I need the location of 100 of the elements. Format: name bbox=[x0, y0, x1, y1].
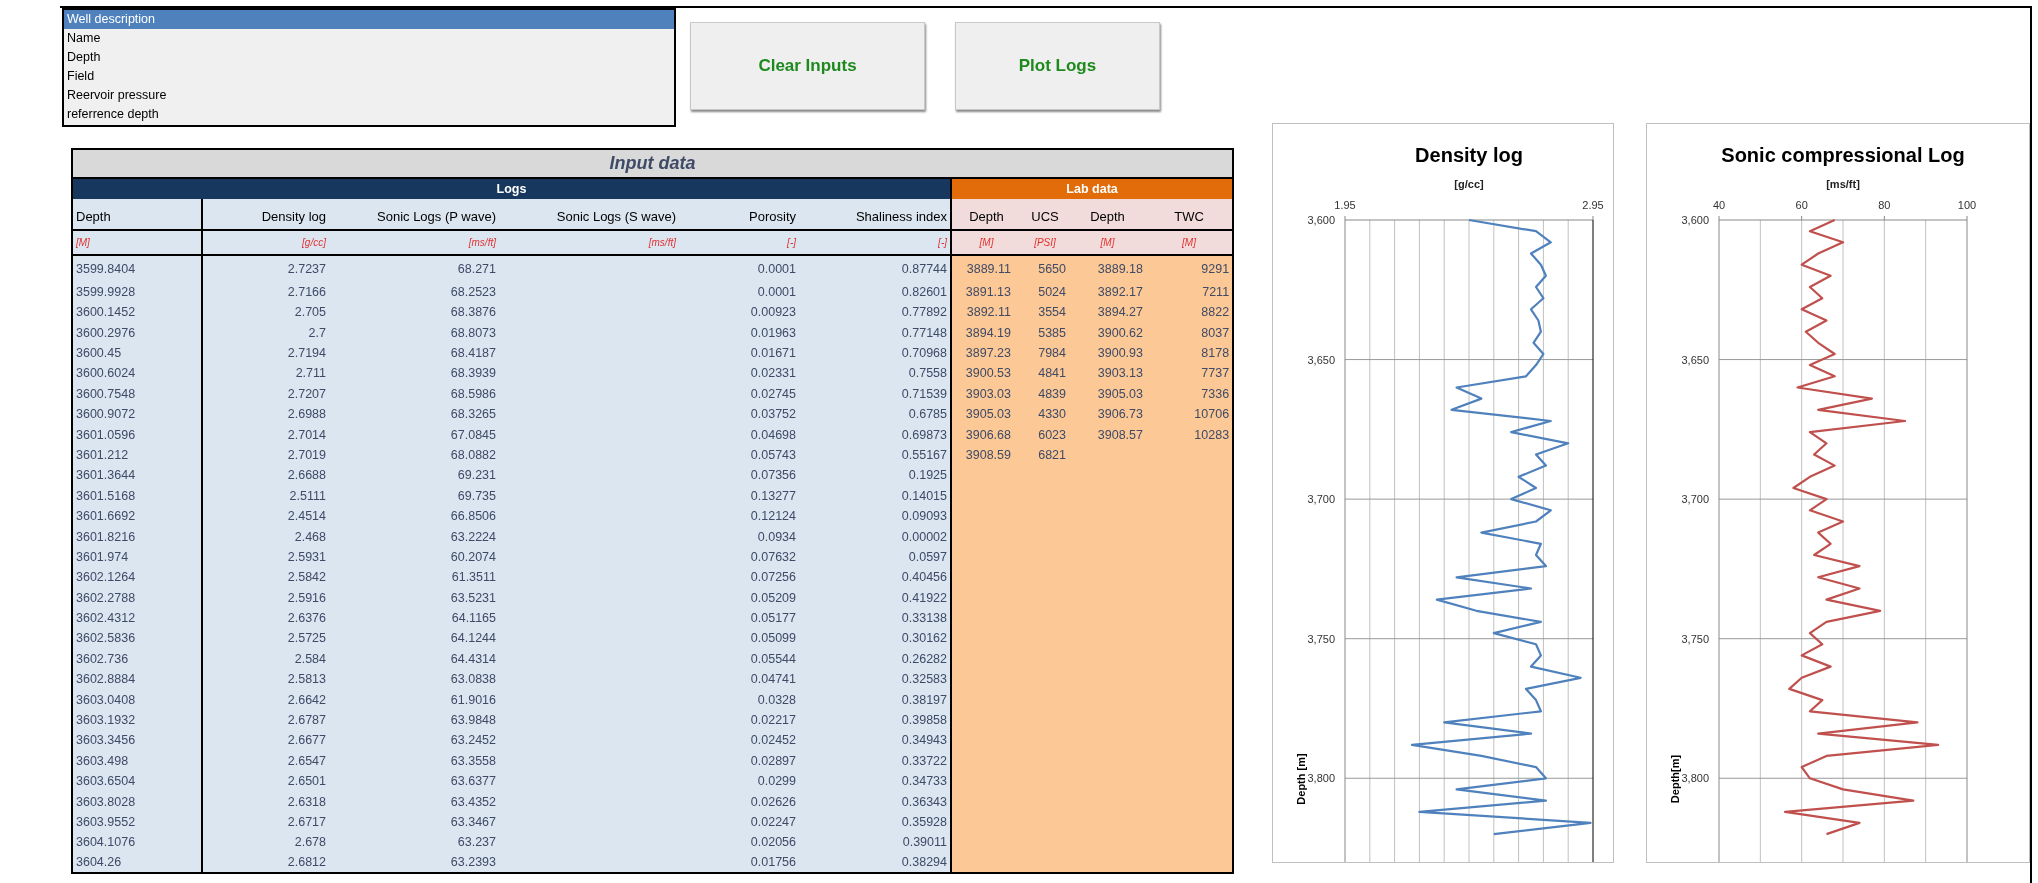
table-title: Input data bbox=[72, 149, 1234, 178]
table-cell: 0.38294 bbox=[799, 852, 951, 874]
table-cell: 8178 bbox=[1146, 343, 1234, 364]
list-item[interactable]: Name bbox=[64, 29, 674, 48]
table-cell: 0.34733 bbox=[799, 771, 951, 792]
column-header: Density log bbox=[202, 199, 329, 230]
list-item[interactable]: Depth bbox=[64, 48, 674, 67]
table-cell: 0.0934 bbox=[679, 526, 799, 548]
table-cell: 0.39858 bbox=[799, 710, 951, 731]
table-cell: 0.34943 bbox=[799, 730, 951, 751]
action-button[interactable]: Clear Inputs bbox=[690, 22, 925, 110]
tick-label: 3,650 bbox=[1307, 353, 1336, 366]
table-cell: 0.0328 bbox=[679, 689, 799, 711]
table-cell: 67.0845 bbox=[329, 424, 499, 446]
table-cell: 3905.03 bbox=[951, 404, 1021, 425]
tick-label: 2.95 bbox=[1582, 199, 1604, 211]
unit-label: [-] bbox=[799, 230, 951, 255]
table-cell: 3599.9928 bbox=[72, 282, 202, 303]
table-cell: 0.0001 bbox=[679, 255, 799, 282]
table-cell: 63.5231 bbox=[329, 587, 499, 609]
table-cell: 0.02247 bbox=[679, 812, 799, 833]
table-cell: 8822 bbox=[1146, 302, 1234, 323]
action-button[interactable]: Plot Logs bbox=[955, 22, 1160, 110]
table-cell: 0.03752 bbox=[679, 404, 799, 425]
table-cell: 0.71539 bbox=[799, 383, 951, 405]
unit-label: [g/cc] bbox=[202, 230, 329, 255]
table-cell: 0.0001 bbox=[679, 282, 799, 303]
column-header: TWC bbox=[1146, 199, 1234, 230]
table-cell: 2.7019 bbox=[202, 445, 329, 466]
table-cell: 0.01756 bbox=[679, 852, 799, 874]
table-cell: 3602.4312 bbox=[72, 608, 202, 629]
table-cell: 3600.7548 bbox=[72, 383, 202, 405]
column-header: Depth bbox=[951, 199, 1021, 230]
table-cell: 3908.59 bbox=[951, 445, 1021, 466]
table-cell: 0.00002 bbox=[799, 526, 951, 548]
table-cell: 0.05177 bbox=[679, 608, 799, 629]
table-cell: 5385 bbox=[1021, 322, 1069, 344]
table-cell: 2.5931 bbox=[202, 547, 329, 568]
table-cell: 2.7166 bbox=[202, 282, 329, 303]
table-cell: 69.231 bbox=[329, 465, 499, 486]
table-cell: 0.7558 bbox=[799, 363, 951, 384]
table-cell: 8037 bbox=[1146, 322, 1234, 344]
table-cell: 63.237 bbox=[329, 832, 499, 853]
table-cell: 7737 bbox=[1146, 363, 1234, 384]
column-header: Depth bbox=[72, 199, 202, 230]
table-cell: 3905.03 bbox=[1069, 383, 1146, 405]
table-cell: 3906.73 bbox=[1069, 404, 1146, 425]
table-cell: 0.40456 bbox=[799, 567, 951, 588]
unit-label: [M] bbox=[1146, 230, 1234, 255]
list-item[interactable]: Field bbox=[64, 67, 674, 86]
table-cell: 3602.1264 bbox=[72, 567, 202, 588]
table-cell: 0.14015 bbox=[799, 485, 951, 507]
table-cell: 10706 bbox=[1146, 404, 1234, 425]
table-cell: 3602.736 bbox=[72, 649, 202, 670]
table-cell: 3599.8404 bbox=[72, 255, 202, 282]
table-cell: 3900.93 bbox=[1069, 343, 1146, 364]
table-cell: 0.6785 bbox=[799, 404, 951, 425]
list-item[interactable]: Well description bbox=[64, 10, 674, 29]
table-cell: 60.2074 bbox=[329, 547, 499, 568]
table-cell: 0.30162 bbox=[799, 628, 951, 650]
axis-title: Depth [m] bbox=[1295, 753, 1308, 805]
table-cell: 0.32583 bbox=[799, 669, 951, 690]
axis-unit-label: [g/cc] bbox=[1454, 178, 1484, 190]
table-cell: 61.3511 bbox=[329, 567, 499, 588]
list-item[interactable]: referrence depth bbox=[64, 105, 674, 124]
table-cell: 66.8506 bbox=[329, 506, 499, 527]
tick-label: 3,700 bbox=[1307, 493, 1336, 506]
table-cell: 6023 bbox=[1021, 424, 1069, 446]
table-cell: 0.35928 bbox=[799, 812, 951, 833]
column-header: Porosity bbox=[679, 199, 799, 230]
table-cell: 0.07356 bbox=[679, 465, 799, 486]
table-cell: 3603.6504 bbox=[72, 771, 202, 792]
table-cell: 68.8073 bbox=[329, 322, 499, 344]
list-item[interactable]: Reervoir pressure bbox=[64, 86, 674, 105]
table-cell: 0.04741 bbox=[679, 669, 799, 690]
table-cell: 3601.8216 bbox=[72, 526, 202, 548]
chart-title: Sonic compressional Log bbox=[1721, 144, 1966, 166]
table-cell: 0.05209 bbox=[679, 587, 799, 609]
table-cell: 0.09093 bbox=[799, 506, 951, 527]
tick-label: 3,750 bbox=[1307, 632, 1336, 645]
table-cell: 0.87744 bbox=[799, 255, 951, 282]
table-cell: 63.6377 bbox=[329, 771, 499, 792]
list-box[interactable]: Well description Name Depth Field Reervoir pressure referrence depth bbox=[62, 8, 676, 127]
axis-unit-label: [ms/ft] bbox=[1826, 178, 1861, 190]
group-header: Lab data bbox=[951, 178, 1234, 199]
table-cell: 0.00923 bbox=[679, 302, 799, 323]
table-cell: 63.0838 bbox=[329, 669, 499, 690]
table-cell: 3602.8884 bbox=[72, 669, 202, 690]
table-cell: 2.6787 bbox=[202, 710, 329, 731]
table-cell: 3600.45 bbox=[72, 343, 202, 364]
table-cell: 0.05743 bbox=[679, 445, 799, 466]
table-cell: 63.4352 bbox=[329, 791, 499, 813]
tick-label: 3,600 bbox=[1307, 214, 1336, 226]
table-cell: 4839 bbox=[1021, 383, 1069, 405]
table-cell: 2.5842 bbox=[202, 567, 329, 588]
table-cell: 69.735 bbox=[329, 485, 499, 507]
table-cell: 0.33722 bbox=[799, 751, 951, 772]
table-cell: 68.5986 bbox=[329, 383, 499, 405]
table-cell: 0.01671 bbox=[679, 343, 799, 364]
table-cell: 9291 bbox=[1146, 255, 1234, 282]
